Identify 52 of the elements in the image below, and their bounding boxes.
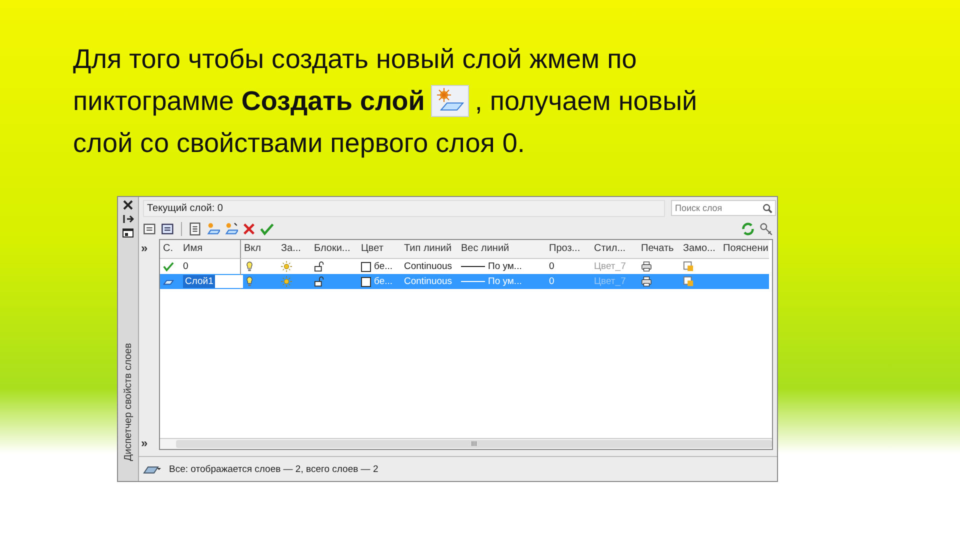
expand-toggle[interactable]: »: [141, 241, 159, 255]
column-header[interactable]: Тип линий: [401, 240, 458, 259]
close-icon[interactable]: [122, 199, 134, 211]
palette-title: Диспетчер свойств слоев: [122, 342, 134, 461]
column-header[interactable]: Вес линий: [458, 240, 546, 259]
column-header[interactable]: Цвет: [358, 240, 401, 259]
lineweight-text[interactable]: По ум...: [488, 259, 522, 274]
column-header[interactable]: Печать: [638, 240, 680, 259]
selected-row-highlight[interactable]: Слой1 бе... Continuous По ум... 0 Цвет_7: [160, 274, 769, 289]
column-header[interactable]: Пояснени: [720, 240, 769, 259]
plot-style-text: Цвет_7: [594, 275, 626, 289]
sun-icon[interactable]: [281, 261, 292, 272]
column-header[interactable]: За...: [278, 240, 311, 259]
lineweight-sample: [461, 281, 485, 282]
new-vp-layer-icon[interactable]: [224, 222, 238, 236]
check-icon[interactable]: [260, 222, 274, 236]
column-header[interactable]: Стил...: [591, 240, 638, 259]
column-header[interactable]: С.: [160, 240, 180, 259]
lineweight-sample: [461, 266, 485, 267]
column-header[interactable]: Блоки...: [311, 240, 358, 259]
printer-icon[interactable]: [641, 276, 652, 287]
color-name[interactable]: бе...: [374, 259, 393, 274]
instruction-text: Для того чтобы создать новый слой жмем по: [73, 43, 637, 76]
layer-name: 0: [183, 260, 188, 274]
plot-style-text: Цвет_7: [594, 260, 626, 274]
new-layer-icon: [430, 85, 469, 117]
color-swatch[interactable]: [361, 276, 371, 286]
printer-icon[interactable]: [641, 261, 652, 272]
properties-icon[interactable]: [122, 227, 134, 239]
instruction-text: слой со свойствами первого слоя 0.: [73, 127, 525, 160]
open-lock-icon[interactable]: [314, 276, 325, 287]
status-text: Все: отображается слоев — 2, всего слоев — 2: [169, 464, 378, 474]
refresh-icon[interactable]: [741, 222, 755, 236]
expand-toggle[interactable]: »: [141, 436, 159, 450]
auto-hide-icon[interactable]: [122, 213, 134, 225]
column-header[interactable]: Проз...: [546, 240, 591, 259]
transparency-text[interactable]: 0: [549, 259, 554, 274]
lightbulb-icon[interactable]: [244, 261, 255, 272]
instruction-text: пиктограмме Создать слой: [73, 85, 425, 118]
name-input-field[interactable]: Слой1: [183, 275, 244, 288]
column-header[interactable]: Замо...: [680, 240, 720, 259]
open-lock-icon[interactable]: [314, 261, 325, 272]
column-header[interactable]: Имя: [180, 240, 241, 259]
search-field[interactable]: Поиск слоя: [671, 200, 776, 216]
delete-icon[interactable]: [242, 222, 256, 236]
linetype-text[interactable]: Continuous: [404, 259, 452, 274]
current-layer-label: Текущий слой: 0: [143, 200, 665, 216]
new-layer-icon[interactable]: [206, 222, 220, 236]
column-header[interactable]: Вкл: [241, 240, 278, 259]
color-swatch[interactable]: [361, 262, 371, 272]
instruction-text: , получаем новый: [474, 85, 698, 118]
lightbulb-icon[interactable]: [244, 276, 255, 287]
